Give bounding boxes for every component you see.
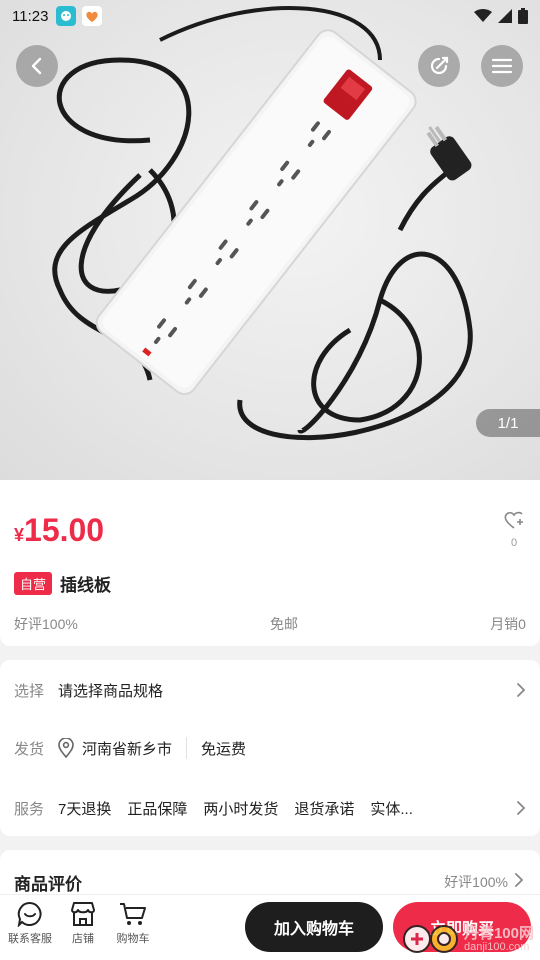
chevron-right-icon [515, 873, 524, 887]
watermark-logo-icon [402, 925, 458, 953]
service-tag: 7天退换 [58, 800, 112, 818]
chevron-left-icon [31, 57, 42, 75]
product-title: 插线板 [60, 576, 112, 595]
review-title: 商品评价 [14, 875, 82, 894]
service-tag: 退货承诺 [294, 800, 355, 818]
monthly-sales-text: 月销0 [490, 616, 526, 632]
ship-fee: 免运费 [201, 740, 247, 758]
support-button[interactable]: 联系客服 [5, 901, 55, 946]
watermark-url: danji100.com [463, 940, 530, 953]
product-price: ¥15.00 [14, 512, 104, 549]
signal-icon [498, 9, 512, 23]
cart-button[interactable]: 购物车 [108, 901, 158, 946]
gallery-counter: 1/1 [476, 409, 540, 437]
title-row: 自营 插线板 [14, 571, 111, 596]
menu-button[interactable] [481, 45, 523, 87]
status-bar: 11:23 [0, 0, 540, 32]
chevron-right-icon [517, 801, 526, 815]
battery-icon [518, 8, 528, 24]
review-rating: 好评100% [444, 874, 508, 890]
site-watermark: 丹青100网 danji100.com [402, 924, 534, 954]
service-row[interactable]: 服务 7天退换 正品保障 两小时发货 退货承诺 实体... [14, 796, 526, 820]
product-image-gallery[interactable]: 11:23 1/1 [0, 0, 540, 480]
store-button[interactable]: 店铺 [58, 901, 108, 946]
service-tag: 正品保障 [127, 800, 188, 818]
ship-location: 河南省新乡市 [82, 740, 173, 758]
select-value: 请选择商品规格 [58, 682, 164, 700]
select-label: 选择 [14, 682, 45, 700]
favorite-button[interactable]: 0 [502, 510, 526, 549]
shipping-text: 免邮 [270, 616, 298, 632]
favorite-count: 0 [510, 537, 518, 549]
service-label: 服务 [14, 800, 45, 818]
wifi-icon [474, 9, 492, 22]
store-label: 店铺 [72, 933, 94, 945]
currency-symbol: ¥ [14, 525, 25, 545]
location-pin-icon [58, 738, 74, 758]
price-value: 15.00 [24, 512, 105, 548]
shipping-row: 发货 河南省新乡市 免运费 [14, 736, 526, 760]
status-time: 11:23 [12, 7, 49, 25]
back-button[interactable] [16, 45, 58, 87]
service-tag: 两小时发货 [203, 800, 279, 818]
watermark-text: 丹青100网 [463, 924, 534, 942]
ship-label: 发货 [14, 740, 45, 758]
self-operated-badge: 自营 [14, 572, 53, 595]
bottom-action-bar: 联系客服 店铺 购物车 加入购物车 立即购买 丹青100网 danji100.c… [0, 894, 540, 960]
cart-icon [120, 903, 146, 925]
app-notification-icon-2 [82, 6, 103, 26]
menu-icon [491, 58, 513, 74]
share-button[interactable] [418, 45, 460, 87]
product-meta-row: 好评100% 免邮 月销0 [14, 614, 526, 634]
divider [186, 737, 188, 759]
cart-label: 购物车 [116, 933, 150, 945]
service-tag: 实体... [370, 800, 413, 818]
product-info-card: ¥15.00 0 自营 插线板 好评100% 免邮 月销0 [0, 480, 540, 646]
add-to-cart-button[interactable]: 加入购物车 [245, 902, 383, 952]
support-label: 联系客服 [8, 933, 52, 945]
share-icon [430, 56, 449, 75]
chevron-right-icon [517, 683, 526, 697]
rating-text: 好评100% [14, 616, 78, 632]
spec-card: 选择 请选择商品规格 发货 河南省新乡市 免运费 服务 7天退换 正品保障 两小… [0, 660, 540, 836]
app-notification-icon [56, 6, 77, 26]
heart-plus-icon [504, 511, 523, 529]
select-spec-row[interactable]: 选择 请选择商品规格 [14, 678, 526, 702]
store-icon [71, 902, 95, 926]
chat-icon [17, 901, 42, 927]
